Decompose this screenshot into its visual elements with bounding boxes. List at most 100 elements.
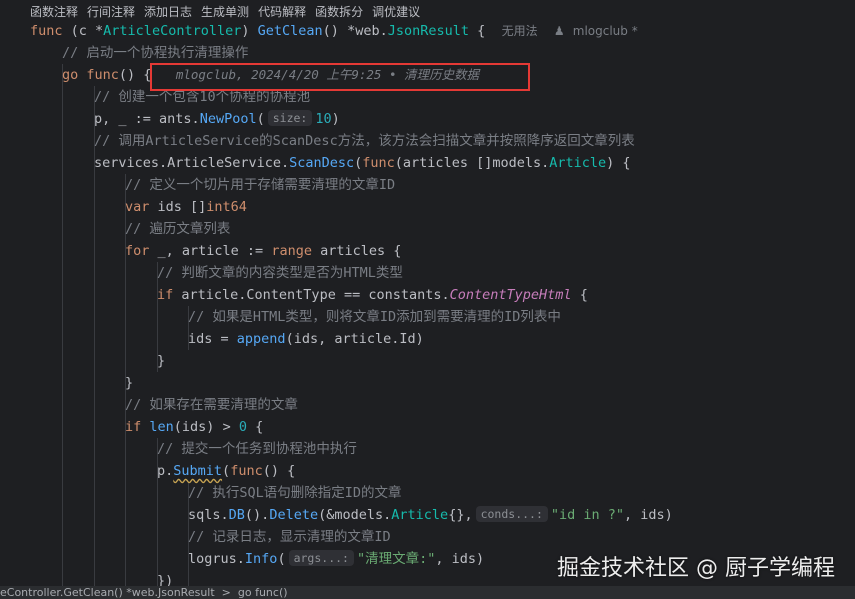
highlight-box <box>150 63 530 91</box>
code-token: ArticleService <box>167 155 281 171</box>
code-line: } <box>125 375 134 391</box>
package-name: services <box>94 155 160 171</box>
code-token: p, _ := <box>94 111 160 127</box>
package-name: logrus <box>188 551 237 567</box>
code-token: { <box>571 287 588 303</box>
package-name: web <box>355 23 380 39</box>
code-token: ( <box>277 551 286 567</box>
keyword: if <box>157 287 174 303</box>
package-name: ants <box>159 111 192 127</box>
code-token: , ids) <box>435 551 485 567</box>
type-name: Article <box>549 155 607 171</box>
code-comment: // 执行SQL语句删除指定ID的文章 <box>188 485 402 501</box>
code-comment: // 如果存在需要清理的文章 <box>125 397 298 413</box>
code-token: { <box>246 419 264 435</box>
function-name: Submit <box>173 463 223 479</box>
code-line: ids = append(ids, article.Id) <box>188 328 424 350</box>
action-tuning-suggestion[interactable]: 调优建议 <box>372 3 420 20</box>
code-line: sqls.DB().Delete(&models.Article{}, conds… <box>188 504 673 526</box>
code-token: (& <box>318 507 335 523</box>
code-line: logrus.Info(args...: "清理文章:", ids) <box>188 548 484 570</box>
action-function-comment[interactable]: 函数注释 <box>30 3 78 20</box>
code-token: article.ContentType == <box>173 287 369 303</box>
code-token: . <box>191 111 200 127</box>
action-split-function[interactable]: 函数拆分 <box>315 3 363 20</box>
number-literal: 0 <box>238 419 247 435</box>
action-explain-code[interactable]: 代码解释 <box>258 3 306 20</box>
keyword: func <box>86 67 119 83</box>
package-name: models <box>334 507 384 523</box>
type-name: ArticleController <box>103 23 242 39</box>
keyword: if <box>125 419 142 435</box>
author-hint[interactable]: mlogclub * <box>573 24 638 38</box>
keyword: func <box>362 155 395 171</box>
number-literal: 10 <box>315 111 332 127</box>
code-line: func (c *ArticleController) GetClean() *… <box>30 20 638 42</box>
code-token: () { <box>262 463 296 479</box>
package-name: sqls <box>188 507 221 523</box>
code-comment: // 遍历文章列表 <box>125 221 231 237</box>
code-token: , ids) <box>624 507 673 523</box>
code-token: () { <box>118 67 152 83</box>
function-name: DB <box>228 507 245 523</box>
code-token: () <box>322 23 339 39</box>
code-token: ) <box>331 111 340 127</box>
code-token: articles { <box>311 243 402 259</box>
keyword: range <box>271 243 312 259</box>
code-token: {}, <box>448 507 473 523</box>
code-token: ids = <box>188 331 237 347</box>
code-token: (articles [] <box>394 155 493 171</box>
code-token: ) { <box>606 155 631 171</box>
function-name: NewPool <box>199 111 257 127</box>
keyword: for <box>125 243 150 259</box>
package-name: constants <box>368 287 442 303</box>
code-comment: // 调用ArticleService的ScanDesc方法，该方法会扫描文章并… <box>94 133 635 149</box>
code-line: if article.ContentType == constants.Cont… <box>157 284 588 306</box>
code-token: (c * <box>70 23 104 39</box>
action-add-log[interactable]: 添加日志 <box>144 3 192 20</box>
builtin-type: int64 <box>206 199 247 215</box>
code-token: _, article := <box>149 243 272 259</box>
string-literal: "id in ?" <box>550 507 625 523</box>
function-name: append <box>236 331 286 347</box>
code-comment: // 如果是HTML类型，则将文章ID添加到需要清理的ID列表中 <box>188 309 561 325</box>
code-token: (ids) > <box>173 419 239 435</box>
code-comment: // 定义一个切片用于存储需要清理的文章ID <box>125 177 396 193</box>
action-generate-unit-test[interactable]: 生成单测 <box>201 3 249 20</box>
parameter-hint: size: <box>267 110 313 126</box>
code-token: (). <box>244 507 270 523</box>
indent-guide <box>62 64 63 586</box>
code-token: ) <box>241 23 250 39</box>
code-token: . <box>236 551 245 567</box>
function-name: Info <box>244 551 278 567</box>
code-line: } <box>157 353 166 369</box>
code-comment: // 判断文章的内容类型是否为HTML类型 <box>157 265 403 281</box>
function-name: GetClean <box>257 23 323 39</box>
keyword: func <box>230 463 263 479</box>
code-comment: // 提交一个任务到协程池中执行 <box>157 441 357 457</box>
code-line: services.ArticleService.ScanDesc(func(ar… <box>94 152 631 174</box>
code-editor[interactable]: func (c *ArticleController) GetClean() *… <box>0 20 855 589</box>
code-line: if len(ids) > 0 { <box>125 416 263 438</box>
parameter-hint: conds...: <box>475 506 548 522</box>
string-literal: "清理文章:" <box>356 551 436 567</box>
keyword: go <box>62 67 79 83</box>
code-token: ids [] <box>149 199 207 215</box>
type-name: JsonResult <box>387 23 470 39</box>
code-token: p. <box>157 463 174 479</box>
code-token: ( <box>222 463 231 479</box>
code-token: (ids, article.Id) <box>285 331 424 347</box>
usage-hint[interactable]: 无用法 <box>502 24 538 38</box>
watermark: 掘金技术社区 @ 厨子学编程 <box>557 556 835 581</box>
code-comment: // 记录日志，显示清理的文章ID <box>188 529 391 545</box>
action-inline-comment[interactable]: 行间注释 <box>87 3 135 20</box>
breadcrumb[interactable]: eController.GetClean() *web.JsonResult >… <box>0 586 855 599</box>
user-icon: ♟ <box>553 24 565 38</box>
keyword: var <box>125 199 150 215</box>
code-token: . <box>280 155 290 171</box>
keyword: func <box>30 23 63 39</box>
code-token: . <box>441 287 450 303</box>
ai-action-toolbar: 函数注释 行间注释 添加日志 生成单测 代码解释 函数拆分 调优建议 <box>0 0 855 22</box>
code-token: . <box>159 155 168 171</box>
code-line: for _, article := range articles { <box>125 240 401 262</box>
